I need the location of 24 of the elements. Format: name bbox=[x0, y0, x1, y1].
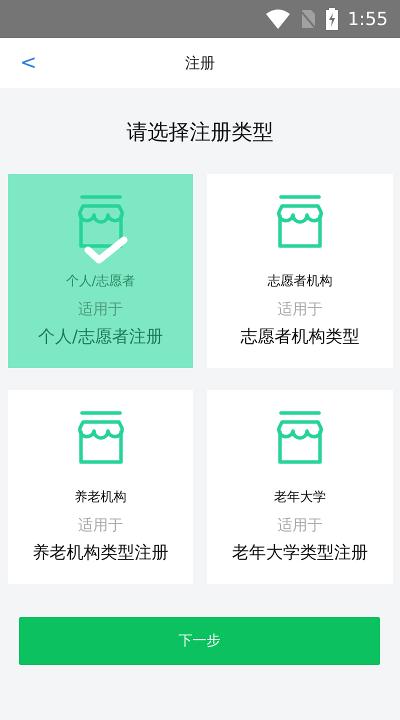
type-hint: 适用于 bbox=[278, 300, 322, 319]
registration-type-card[interactable]: 志愿者机构 适用于 志愿者机构类型 bbox=[207, 174, 393, 368]
type-description: 个人/志愿者注册 bbox=[38, 326, 163, 348]
type-name: 志愿者机构 bbox=[268, 273, 332, 290]
wifi-icon bbox=[266, 9, 290, 29]
registration-type-card[interactable]: 老年大学 适用于 老年大学类型注册 bbox=[207, 390, 393, 584]
type-hint: 适用于 bbox=[78, 300, 123, 319]
type-description: 老年大学类型注册 bbox=[232, 542, 368, 564]
section-heading: 请选择注册类型 bbox=[126, 119, 274, 146]
type-description: 养老机构类型注册 bbox=[32, 542, 168, 564]
checkmark-icon bbox=[84, 236, 128, 264]
registration-type-card[interactable]: 养老机构 适用于 养老机构类型注册 bbox=[8, 390, 193, 584]
type-hint: 适用于 bbox=[278, 516, 322, 535]
battery-charging-icon bbox=[326, 8, 338, 30]
clock-time: 1:55 bbox=[348, 8, 388, 30]
type-name: 养老机构 bbox=[74, 489, 126, 506]
type-hint: 适用于 bbox=[78, 516, 123, 535]
registration-type-card[interactable]: 个人/志愿者 适用于 个人/志愿者注册 bbox=[8, 174, 193, 368]
type-name: 个人/志愿者 bbox=[66, 273, 136, 290]
type-name: 老年大学 bbox=[274, 489, 326, 506]
back-button[interactable]: < bbox=[14, 50, 43, 74]
page-title: 注册 bbox=[185, 54, 215, 72]
no-sim-icon bbox=[300, 9, 316, 29]
type-description: 志愿者机构类型 bbox=[240, 326, 360, 348]
